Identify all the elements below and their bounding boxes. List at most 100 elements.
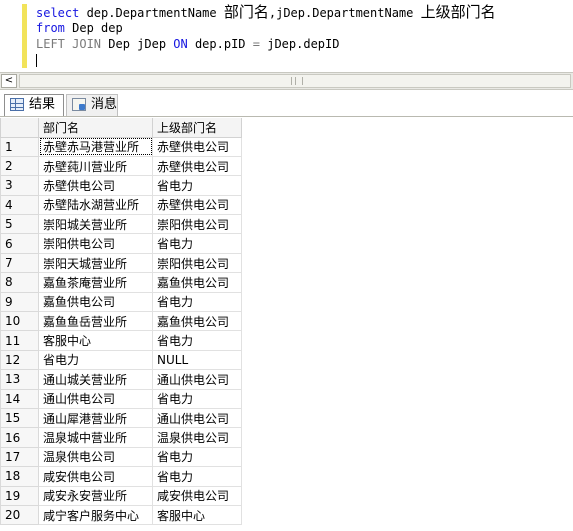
code-line[interactable] — [36, 52, 496, 68]
table-row[interactable]: 19 咸安永安营业所 咸安供电公司 — [0, 485, 242, 506]
table-row[interactable]: 14 通山供电公司 省电力 — [0, 388, 242, 409]
table-row[interactable]: 7 崇阳天城营业所 崇阳供电公司 — [0, 252, 242, 274]
sql-editor[interactable]: select dep.DepartmentName 部门名,jDep.Depar… — [0, 0, 573, 72]
code-token: ,jDep.DepartmentName — [268, 6, 421, 20]
cell-parent-department[interactable]: 省电力 — [152, 446, 242, 468]
cell-department[interactable]: 赤壁赤马港营业所 — [38, 136, 153, 157]
cell-parent-department[interactable]: 温泉供电公司 — [152, 427, 242, 448]
code-line[interactable]: from Dep dep — [36, 20, 496, 36]
row-number[interactable]: 6 — [0, 233, 39, 254]
table-row[interactable]: 1 赤壁赤马港营业所 赤壁供电公司 — [0, 136, 242, 157]
table-row[interactable]: 13 通山城关营业所 通山供电公司 — [0, 369, 242, 390]
code-token: dep.pID — [187, 37, 253, 51]
cell-parent-department[interactable]: 通山供电公司 — [152, 407, 242, 429]
results-grid[interactable]: 部门名 上级部门名 1 赤壁赤马港营业所 赤壁供电公司 2 赤壁莼川营业所 赤壁供电公司 3… — [0, 118, 242, 526]
cell-department[interactable]: 嘉鱼茶庵营业所 — [38, 272, 153, 293]
row-number[interactable]: 8 — [0, 272, 39, 293]
cell-parent-department[interactable]: 赤壁供电公司 — [152, 194, 242, 216]
sql-code[interactable]: select dep.DepartmentName 部门名,jDep.Depar… — [36, 4, 496, 68]
row-number[interactable]: 13 — [0, 369, 39, 390]
row-number[interactable]: 17 — [0, 446, 39, 468]
cell-department[interactable]: 省电力 — [38, 349, 153, 371]
cell-parent-department[interactable]: 客服中心 — [152, 504, 242, 526]
row-number[interactable]: 18 — [0, 466, 39, 487]
cell-department[interactable]: 崇阳天城营业所 — [38, 252, 153, 274]
row-number[interactable]: 11 — [0, 330, 39, 351]
cell-parent-department[interactable]: 嘉鱼供电公司 — [152, 311, 242, 332]
cell-parent-department[interactable]: 赤壁供电公司 — [152, 155, 242, 177]
cell-parent-department[interactable]: 咸安供电公司 — [152, 485, 242, 506]
cell-department[interactable]: 崇阳城关营业所 — [38, 214, 153, 235]
row-number[interactable]: 19 — [0, 485, 39, 506]
code-line[interactable]: LEFT JOIN Dep jDep ON dep.pID = jDep.dep… — [36, 36, 496, 52]
table-row[interactable]: 4 赤壁陆水湖营业所 赤壁供电公司 — [0, 194, 242, 216]
grid-corner[interactable] — [0, 118, 39, 138]
column-header-department[interactable]: 部门名 — [38, 118, 153, 138]
cell-department[interactable]: 客服中心 — [38, 330, 153, 351]
table-row[interactable]: 10 嘉鱼鱼岳营业所 嘉鱼供电公司 — [0, 311, 242, 332]
code-line[interactable]: select dep.DepartmentName 部门名,jDep.Depar… — [36, 4, 496, 20]
cell-department[interactable]: 通山犀港营业所 — [38, 407, 153, 429]
code-token: jDep.depID — [260, 37, 340, 51]
row-number[interactable]: 9 — [0, 291, 39, 313]
cell-department[interactable]: 温泉城中营业所 — [38, 427, 153, 448]
row-number[interactable]: 3 — [0, 175, 39, 196]
cell-parent-department[interactable]: 省电力 — [152, 330, 242, 351]
table-row[interactable]: 16 温泉城中营业所 温泉供电公司 — [0, 427, 242, 448]
cell-parent-department[interactable]: 赤壁供电公司 — [152, 136, 242, 157]
table-row[interactable]: 9 嘉鱼供电公司 省电力 — [0, 291, 242, 313]
cell-parent-department[interactable]: 嘉鱼供电公司 — [152, 272, 242, 293]
row-number[interactable]: 2 — [0, 155, 39, 177]
cell-department[interactable]: 通山城关营业所 — [38, 369, 153, 390]
row-number[interactable]: 12 — [0, 349, 39, 371]
table-row[interactable]: 2 赤壁莼川营业所 赤壁供电公司 — [0, 155, 242, 177]
row-number[interactable]: 1 — [0, 136, 39, 157]
cell-parent-department[interactable]: 崇阳供电公司 — [152, 252, 242, 274]
cell-parent-department[interactable]: 省电力 — [152, 291, 242, 313]
cell-department[interactable]: 嘉鱼供电公司 — [38, 291, 153, 313]
row-number[interactable]: 15 — [0, 407, 39, 429]
cell-department[interactable]: 赤壁莼川营业所 — [38, 155, 153, 177]
cell-department[interactable]: 嘉鱼鱼岳营业所 — [38, 311, 153, 332]
cell-department[interactable]: 崇阳供电公司 — [38, 233, 153, 254]
scroll-left-arrow-icon[interactable]: < — [1, 74, 17, 88]
row-number[interactable]: 5 — [0, 214, 39, 235]
cell-parent-department[interactable]: 省电力 — [152, 466, 242, 487]
scrollbar-thumb[interactable] — [19, 74, 571, 88]
table-row[interactable]: 17 温泉供电公司 省电力 — [0, 446, 242, 468]
table-row[interactable]: 11 客服中心 省电力 — [0, 330, 242, 351]
cell-parent-department[interactable]: 通山供电公司 — [152, 369, 242, 390]
cell-department[interactable]: 赤壁陆水湖营业所 — [38, 194, 153, 216]
table-row[interactable]: 6 崇阳供电公司 省电力 — [0, 233, 242, 254]
cell-department[interactable]: 赤壁供电公司 — [38, 175, 153, 196]
column-header-parent-department[interactable]: 上级部门名 — [152, 118, 242, 138]
row-number[interactable]: 14 — [0, 388, 39, 409]
cell-department[interactable]: 咸宁客户服务中心 — [38, 504, 153, 526]
cell-department[interactable]: 咸安永安营业所 — [38, 485, 153, 506]
table-row[interactable]: 12 省电力 NULL — [0, 349, 242, 371]
table-row[interactable]: 8 嘉鱼茶庵营业所 嘉鱼供电公司 — [0, 272, 242, 293]
row-number[interactable]: 7 — [0, 252, 39, 274]
editor-horizontal-scrollbar[interactable]: < — [0, 72, 573, 90]
cell-department[interactable]: 咸安供电公司 — [38, 466, 153, 487]
cell-parent-department[interactable]: NULL — [152, 349, 242, 371]
row-number[interactable]: 16 — [0, 427, 39, 448]
table-row[interactable]: 15 通山犀港营业所 通山供电公司 — [0, 407, 242, 429]
cell-department[interactable]: 温泉供电公司 — [38, 446, 153, 468]
code-token: Dep jDep — [101, 37, 174, 51]
table-row[interactable]: 20 咸宁客户服务中心 客服中心 — [0, 504, 242, 526]
cell-department[interactable]: 通山供电公司 — [38, 388, 153, 409]
row-number[interactable]: 4 — [0, 194, 39, 216]
row-number[interactable]: 10 — [0, 311, 39, 332]
code-token: select — [36, 6, 80, 20]
cell-parent-department[interactable]: 省电力 — [152, 388, 242, 409]
cell-parent-department[interactable]: 省电力 — [152, 175, 242, 196]
tab-messages[interactable]: 消息 — [66, 94, 118, 116]
table-row[interactable]: 5 崇阳城关营业所 崇阳供电公司 — [0, 214, 242, 235]
tab-results[interactable]: 结果 — [4, 94, 64, 116]
row-number[interactable]: 20 — [0, 504, 39, 526]
cell-parent-department[interactable]: 省电力 — [152, 233, 242, 254]
table-row[interactable]: 3 赤壁供电公司 省电力 — [0, 175, 242, 196]
table-row[interactable]: 18 咸安供电公司 省电力 — [0, 466, 242, 487]
cell-parent-department[interactable]: 崇阳供电公司 — [152, 214, 242, 235]
